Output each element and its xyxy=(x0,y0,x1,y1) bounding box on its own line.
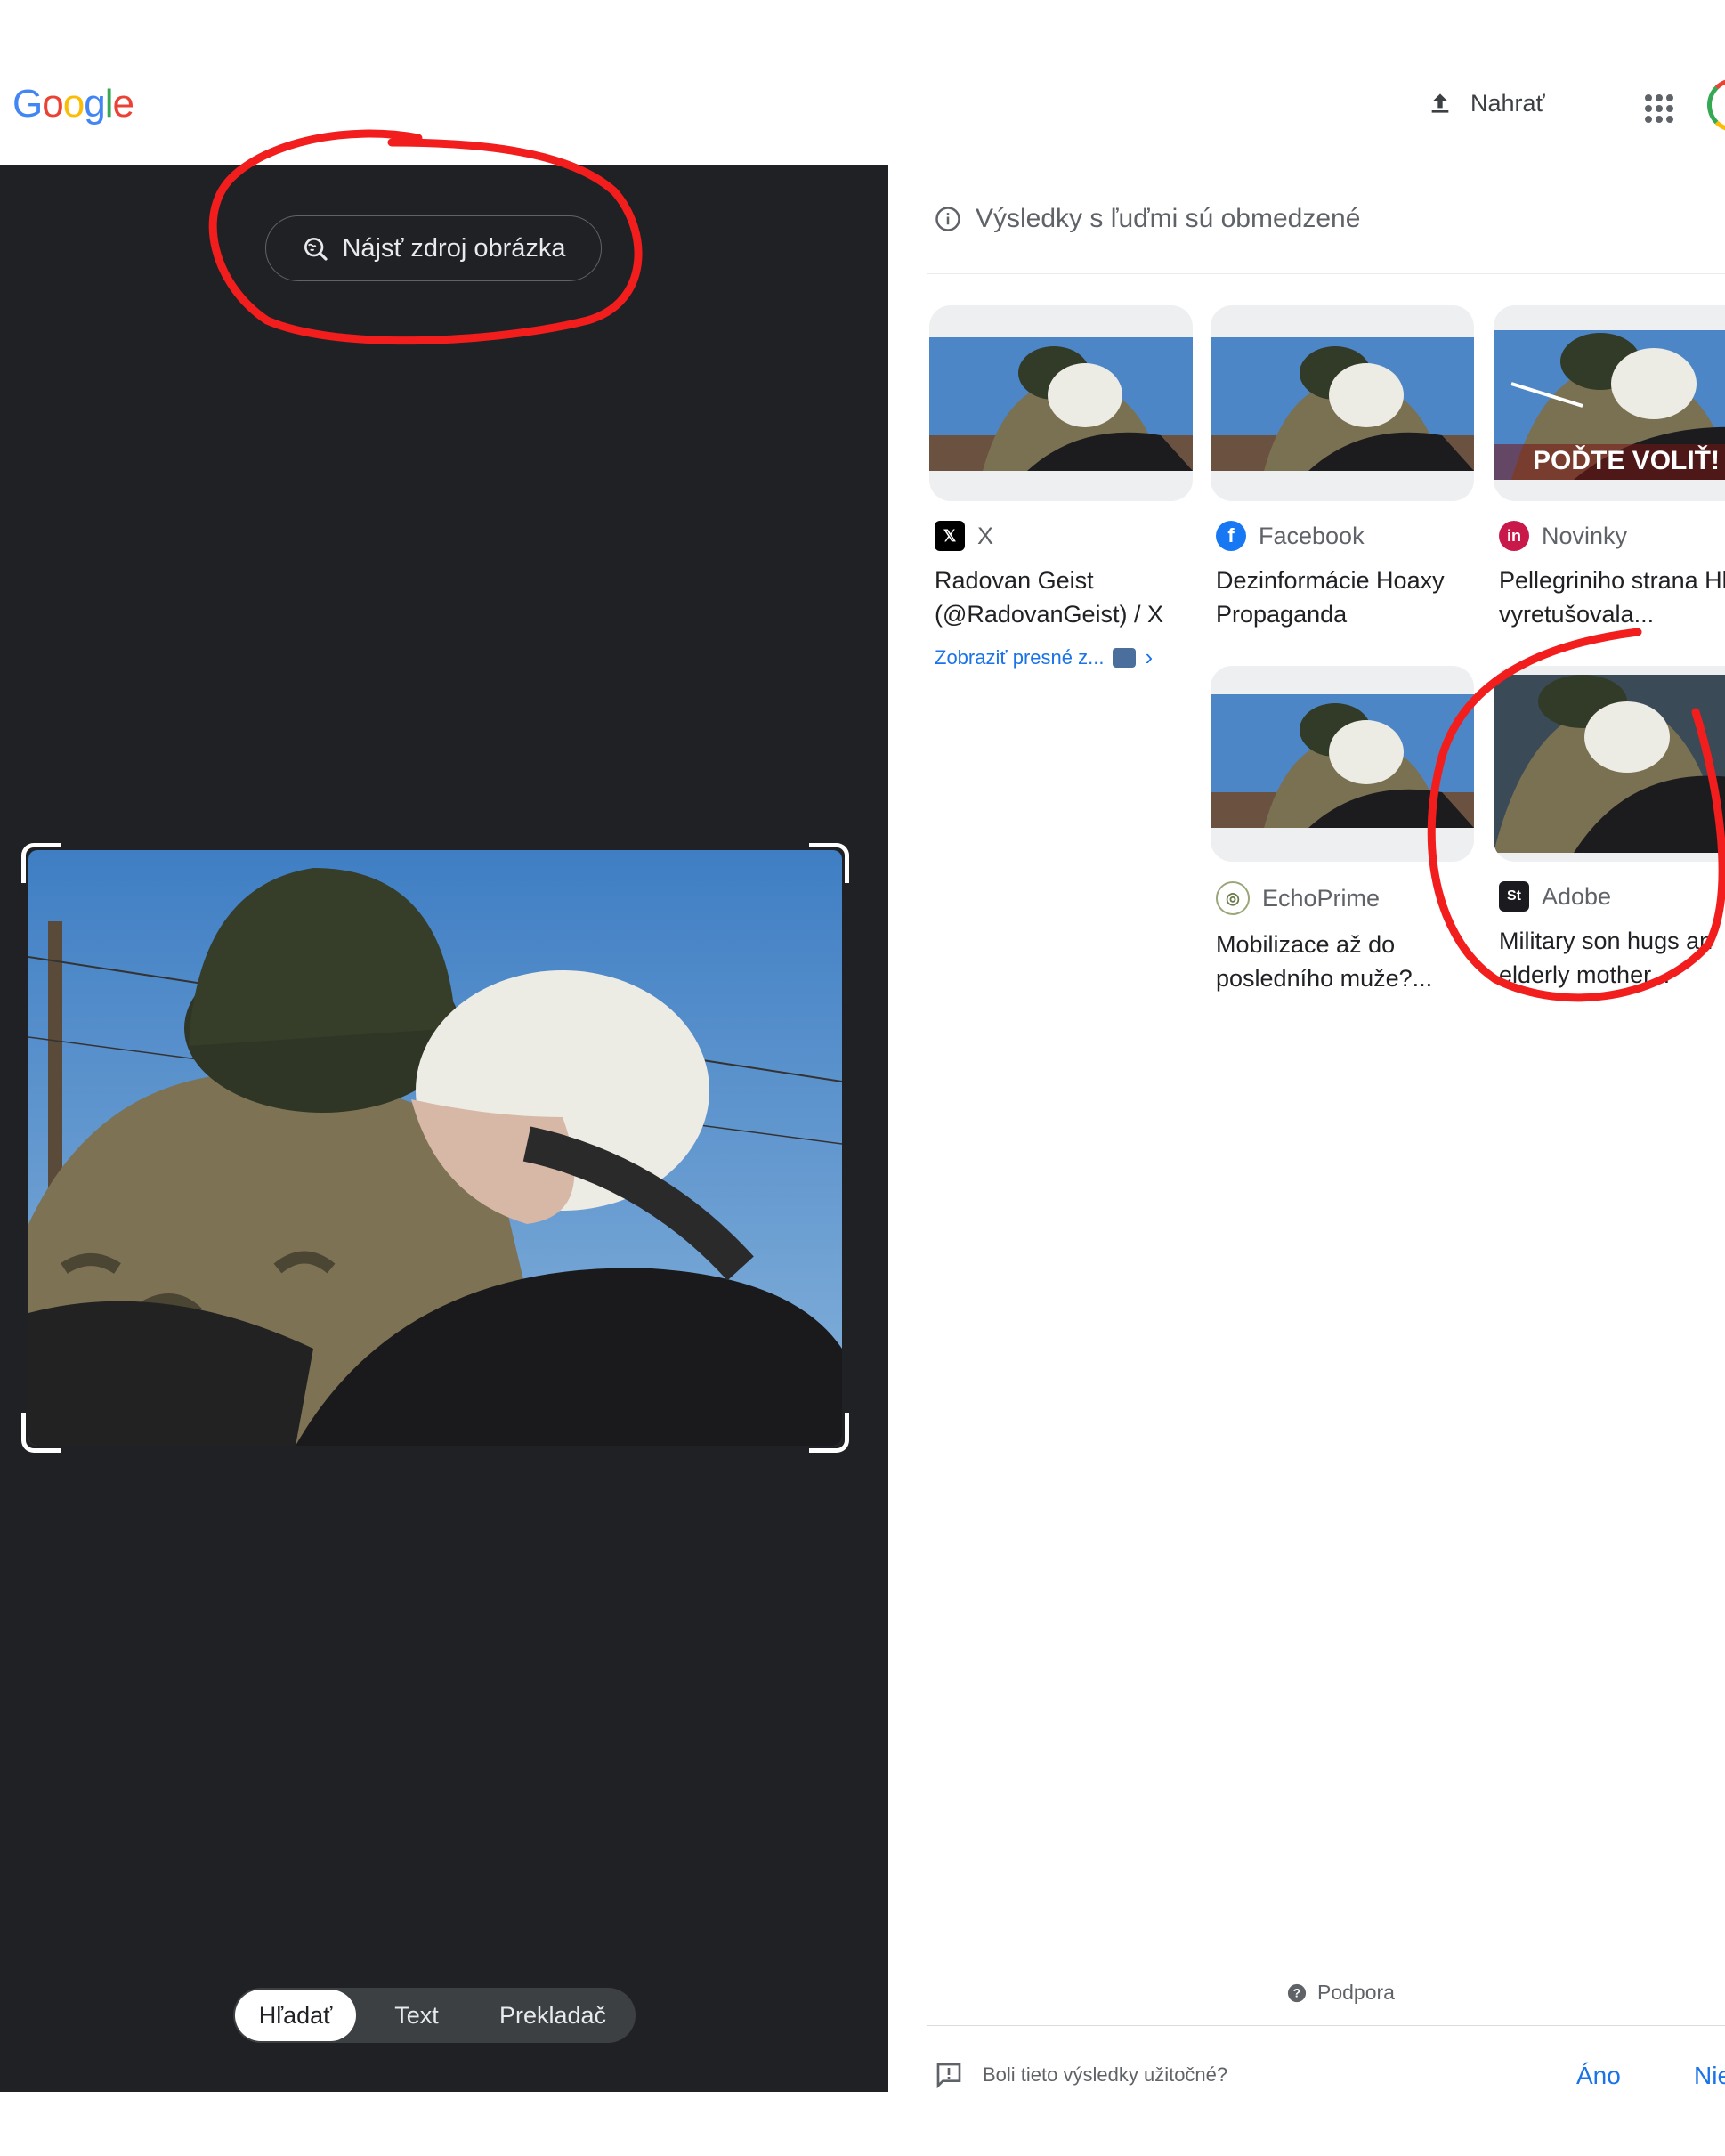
result-title[interactable]: Mobilizace až do posledního muže?... xyxy=(1211,928,1474,995)
tab-search[interactable]: Hľadať xyxy=(235,1990,356,2041)
upload-icon xyxy=(1431,93,1449,113)
result-card[interactable]: St Adobe Military son hugs an elderly mot… xyxy=(1494,666,1725,992)
result-thumbnail[interactable] xyxy=(1494,666,1725,862)
account-avatar[interactable] xyxy=(1707,78,1725,132)
crop-handle-bottom-left[interactable] xyxy=(21,1413,61,1453)
mode-tabs: Hľadať Text Prekladač xyxy=(233,1988,636,2043)
find-image-source-button[interactable]: Nájsť zdroj obrázka xyxy=(265,215,602,281)
help-icon: ? xyxy=(1287,1983,1307,2002)
echoprime-icon: ◎ xyxy=(1216,881,1250,915)
result-card[interactable]: f Facebook Dezinformácie Hoaxy Propaganda xyxy=(1211,305,1474,631)
chevron-right-icon: › xyxy=(1145,644,1154,670)
source-name: Adobe xyxy=(1542,882,1612,910)
result-thumbnail[interactable] xyxy=(1211,305,1474,501)
crop-selection[interactable] xyxy=(21,843,849,1453)
thumbnail-overlay-text: POĎTE VOLIŤ! xyxy=(1533,446,1720,475)
thumbnail-mini-icon xyxy=(1113,647,1137,668)
notice-text: Výsledky s ľuďmi sú obmedzené xyxy=(976,204,1361,233)
result-title[interactable]: Military son hugs an elderly mother... xyxy=(1494,924,1725,992)
crop-handle-top-left[interactable] xyxy=(21,843,61,883)
results-panel: Výsledky s ľuďmi sú obmedzené 𝕏X Radovan… xyxy=(888,165,1725,2092)
novinky-icon: in xyxy=(1499,521,1529,551)
result-thumbnail[interactable] xyxy=(1211,666,1474,862)
find-source-label: Nájsť zdroj obrázka xyxy=(342,233,566,263)
google-logo[interactable]: Google xyxy=(12,82,134,126)
upload-button[interactable]: Nahrať xyxy=(1426,89,1545,118)
crop-handle-top-right[interactable] xyxy=(809,843,849,883)
result-title[interactable]: Radovan Geist (@RadovanGeist) / X xyxy=(929,563,1193,631)
info-icon xyxy=(935,207,960,231)
feedback-question: Boli tieto výsledky užitočné? xyxy=(983,2063,1228,2086)
divider xyxy=(927,2025,1725,2026)
source-name: Facebook xyxy=(1259,522,1365,549)
result-title[interactable]: Dezinformácie Hoaxy Propaganda xyxy=(1211,563,1474,631)
people-results-notice: Výsledky s ľuďmi sú obmedzené xyxy=(935,204,1360,234)
feedback-no-button[interactable]: Nie xyxy=(1694,2062,1725,2090)
feedback-yes-button[interactable]: Áno xyxy=(1576,2062,1621,2090)
tab-translate[interactable]: Prekladač xyxy=(477,1990,628,2041)
source-name: X xyxy=(977,522,994,549)
result-card[interactable]: ◎ EchoPrime Mobilizace až do posledního m… xyxy=(1211,666,1474,995)
feedback-icon xyxy=(936,2063,961,2089)
crop-handle-bottom-right[interactable] xyxy=(809,1413,849,1453)
svg-text:?: ? xyxy=(1293,1986,1300,1999)
divider xyxy=(927,273,1725,274)
query-photo xyxy=(28,850,842,1446)
x-logo-icon: 𝕏 xyxy=(935,521,965,551)
result-title[interactable]: Pellegriniho strana Hlas vyretušovala... xyxy=(1494,563,1725,631)
source-name: Novinky xyxy=(1542,522,1628,549)
apps-grid-icon[interactable] xyxy=(1645,94,1673,123)
lens-search-icon xyxy=(304,238,328,261)
result-card[interactable]: POĎTE VOLIŤ! in Novinky Pellegriniho stra… xyxy=(1494,305,1725,631)
source-name: EchoPrime xyxy=(1262,884,1381,912)
facebook-icon: f xyxy=(1216,521,1246,551)
adobe-stock-icon: St xyxy=(1499,881,1529,912)
image-preview-panel: Nájsť zdroj obrázka Hľadať Text Preklada… xyxy=(0,165,888,2092)
result-thumbnail[interactable]: POĎTE VOLIŤ! xyxy=(1494,305,1725,501)
upload-label: Nahrať xyxy=(1470,89,1545,117)
tab-text[interactable]: Text xyxy=(356,1990,477,2041)
result-card[interactable]: 𝕏X Radovan Geist (@RadovanGeist) / X Zob… xyxy=(929,305,1193,671)
top-bar: Google Nahrať xyxy=(0,0,1725,165)
exact-match-link[interactable]: Zobraziť presné z... › xyxy=(929,644,1193,671)
feedback-prompt: Boli tieto výsledky užitočné? xyxy=(935,2061,1227,2089)
support-label: Podpora xyxy=(1317,1981,1395,2004)
support-link[interactable]: ? Podpora xyxy=(1287,1981,1395,2005)
result-thumbnail[interactable] xyxy=(929,305,1193,501)
